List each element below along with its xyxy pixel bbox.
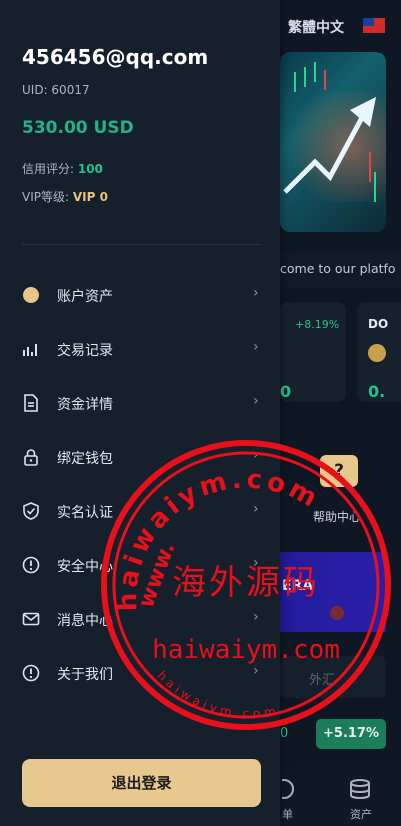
- divider: [22, 244, 261, 245]
- menu-item-bind-wallet[interactable]: 绑定钱包 ›: [0, 436, 280, 476]
- menu-item-label: 安全中心: [57, 559, 113, 575]
- tab-orders[interactable]: 单: [282, 806, 293, 822]
- orders-icon[interactable]: [282, 778, 294, 800]
- trend-arrow-icon: [283, 62, 376, 202]
- help-center-icon[interactable]: ?: [320, 455, 358, 487]
- help-center-label[interactable]: 帮助中心: [313, 508, 361, 525]
- side-drawer: 456456@qq.com UID: 60017 530.00 USD 信用评分…: [0, 0, 280, 826]
- chevron-right-icon: ›: [253, 501, 259, 517]
- announcement-marquee: come to our platfo: [280, 250, 401, 288]
- chevron-right-icon: ›: [253, 393, 259, 409]
- account-balance: 530.00 USD: [22, 118, 134, 138]
- menu-item-label: 绑定钱包: [57, 451, 113, 467]
- menu-item-account-assets[interactable]: 账户资产 ›: [0, 274, 280, 314]
- mail-icon: [22, 612, 40, 626]
- menu-item-label: 实名认证: [57, 505, 113, 521]
- menu-item-label: 消息中心: [57, 613, 113, 629]
- menu-item-fund-details[interactable]: 资金详情 ›: [0, 382, 280, 422]
- user-email: 456456@qq.com: [22, 45, 209, 69]
- lock-icon: [24, 449, 38, 466]
- chevron-right-icon: ›: [253, 339, 259, 355]
- credit-score-value: 100: [77, 162, 103, 176]
- banner-text: ERA: [282, 578, 314, 594]
- category-tab-label: 外汇: [309, 673, 336, 688]
- coin-icon: [23, 287, 39, 303]
- chevron-right-icon: ›: [253, 663, 259, 679]
- bottom-tab-bar: [280, 766, 401, 826]
- coin-price: 0.: [368, 382, 386, 401]
- menu-item-security-center[interactable]: 安全中心 ›: [0, 544, 280, 584]
- vip-level-value: VIP 0: [72, 190, 108, 204]
- logout-button[interactable]: 退出登录: [22, 759, 261, 807]
- chevron-right-icon: ›: [253, 609, 259, 625]
- document-icon: [24, 394, 38, 412]
- promo-banner[interactable]: [280, 52, 386, 232]
- alert-circle-icon: [22, 556, 40, 574]
- user-uid: UID: 60017: [22, 83, 90, 97]
- language-selector[interactable]: 繁體中文: [288, 17, 344, 37]
- credit-score-label: 信用评分:: [22, 162, 78, 176]
- tab-assets[interactable]: 资产: [350, 806, 372, 822]
- vip-level: VIP等级: VIP 0: [22, 188, 108, 205]
- menu-item-label: 交易记录: [57, 343, 113, 359]
- coin-symbol: DO: [368, 317, 389, 331]
- menu-item-identity-verification[interactable]: 实名认证 ›: [0, 490, 280, 530]
- coin-price: 0: [280, 382, 292, 401]
- flag-icon[interactable]: [363, 18, 385, 33]
- shield-check-icon: [23, 502, 39, 520]
- price-change-badge: +5.17%: [316, 719, 386, 749]
- bar-chart-icon: [23, 344, 37, 356]
- marquee-text: come to our platfo: [280, 261, 396, 276]
- row-value: 0: [280, 726, 289, 741]
- menu-item-label: 账户资产: [57, 289, 113, 305]
- chevron-right-icon: ›: [253, 447, 259, 463]
- credit-score: 信用评分: 100: [22, 160, 103, 177]
- vip-level-label: VIP等级:: [22, 190, 73, 204]
- menu-item-message-center[interactable]: 消息中心 ›: [0, 598, 280, 638]
- menu-item-about-us[interactable]: 关于我们 ›: [0, 652, 280, 692]
- menu-item-label: 资金详情: [57, 397, 113, 413]
- banner-dot: [330, 606, 344, 620]
- coin-icon: [368, 344, 386, 362]
- info-circle-icon: [22, 664, 40, 682]
- assets-coins-icon[interactable]: [349, 778, 371, 800]
- price-change: +8.19%: [295, 318, 340, 331]
- chevron-right-icon: ›: [253, 285, 259, 301]
- chevron-right-icon: ›: [253, 555, 259, 571]
- menu-item-label: 关于我们: [57, 667, 113, 683]
- menu-item-trade-records[interactable]: 交易记录 ›: [0, 328, 280, 368]
